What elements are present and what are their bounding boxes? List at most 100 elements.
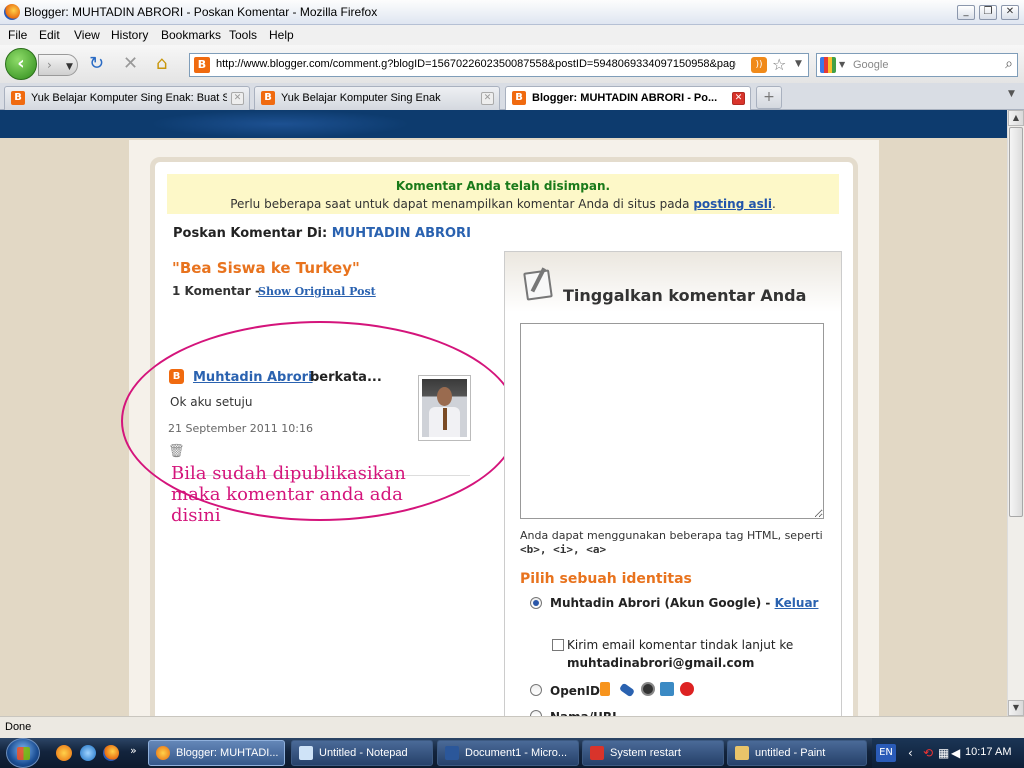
identity-google-radio[interactable] [530, 597, 542, 609]
email-address: muhtadinabrori@gmail.com [567, 656, 755, 670]
close-window-button[interactable]: ✕ [1001, 5, 1019, 20]
address-bar[interactable]: B http://www.blogger.com/comment.g?blogI… [189, 53, 809, 77]
reload-icon[interactable]: ↻ [89, 55, 104, 73]
close-tab-icon[interactable]: ✕ [732, 92, 745, 105]
rss-feed-icon[interactable]: )) [751, 57, 767, 73]
tab-list-icon[interactable]: ▼ [1008, 89, 1015, 99]
taskbar-firefox[interactable]: Blogger: MUHTADI... [148, 740, 285, 766]
paint-icon [735, 746, 749, 760]
comment-textarea[interactable] [520, 323, 824, 519]
url-text[interactable]: http://www.blogger.com/comment.g?blogID=… [216, 58, 736, 70]
search-placeholder: Google [853, 59, 889, 71]
posted-on-heading: Poskan Komentar Di: MUHTADIN ABRORI [173, 226, 471, 241]
notepad-icon [299, 746, 313, 760]
window-titlebar: Blogger: MUHTADIN ABRORI - Poskan Koment… [0, 0, 1024, 25]
back-button[interactable]: ‹ [5, 48, 37, 80]
menu-file[interactable]: File [8, 28, 27, 42]
openid-label: OpenID [550, 684, 600, 698]
identity-google-label: Muhtadin Abrori (Akun Google) - Keluar [550, 596, 819, 610]
menu-bookmarks[interactable]: Bookmarks [161, 28, 221, 42]
show-original-post-link[interactable]: Show Original Post [258, 285, 376, 298]
typepad-icon[interactable] [660, 682, 674, 696]
identity-heading: Pilih sebuah identitas [520, 571, 692, 587]
internet-explorer-icon[interactable] [80, 745, 96, 761]
tab-3-active[interactable]: B Blogger: MUHTADIN ABRORI - Po... ✕ [505, 86, 751, 111]
quicklaunch-more-icon[interactable]: » [130, 744, 137, 757]
close-tab-icon[interactable]: ✕ [481, 92, 494, 105]
post-title: "Bea Siswa ke Turkey" [172, 259, 360, 277]
tray-restart-icon[interactable]: ⟲ [923, 746, 933, 760]
openid-provider-icon[interactable] [600, 682, 610, 696]
menu-edit[interactable]: Edit [39, 28, 60, 42]
menu-bar: File Edit View History Bookmarks Tools H… [0, 25, 1024, 45]
menu-history[interactable]: History [111, 28, 148, 42]
google-engine-icon[interactable] [820, 57, 836, 73]
tab-label: Yuk Belajar Komputer Sing Enak: Buat S..… [31, 92, 227, 104]
scroll-up-icon[interactable]: ▲ [1008, 110, 1024, 126]
menu-help[interactable]: Help [269, 28, 294, 42]
status-text: Done [5, 721, 32, 733]
tab-bar: B Yuk Belajar Komputer Sing Enak: Buat S… [0, 83, 1024, 111]
tab-2[interactable]: B Yuk Belajar Komputer Sing Enak ✕ [254, 86, 500, 110]
blog-name-link[interactable]: MUHTADIN ABRORI [332, 226, 471, 241]
close-tab-icon[interactable]: ✕ [231, 92, 244, 105]
firefox-icon [4, 4, 20, 20]
aim-icon[interactable] [680, 682, 694, 696]
saved-notice: Komentar Anda telah disimpan. Perlu bebe… [167, 174, 839, 214]
navigation-toolbar: › ‹ ▼ ↻ ✕ ⌂ B http://www.blogger.com/com… [0, 45, 1024, 83]
tab-1[interactable]: B Yuk Belajar Komputer Sing Enak: Buat S… [4, 86, 250, 110]
info-message: Perlu beberapa saat untuk dapat menampil… [230, 197, 776, 211]
identity-openid-radio[interactable] [530, 684, 542, 696]
engine-dropdown-icon[interactable]: ▼ [839, 60, 845, 69]
new-tab-button[interactable]: + [756, 86, 782, 109]
tab-label: Yuk Belajar Komputer Sing Enak [281, 92, 441, 104]
comment-form-title: Tinggalkan komentar Anda [563, 286, 807, 305]
taskbar-system-restart[interactable]: System restart [582, 740, 724, 766]
html-hint: Anda dapat menggunakan beberapa tag HTML… [520, 529, 823, 556]
language-indicator[interactable]: EN [876, 744, 896, 762]
menu-tools[interactable]: Tools [229, 28, 257, 42]
home-icon[interactable]: ⌂ [156, 55, 167, 73]
annotation-text: Bila sudah dipublikasikan maka komentar … [171, 463, 406, 526]
volume-icon[interactable]: ◀ [951, 746, 960, 760]
html-tags: <b>, <i>, <a> [520, 543, 607, 556]
wordpress-icon[interactable] [641, 682, 655, 696]
blogger-favicon: B [512, 91, 526, 105]
minimize-button[interactable]: _ [957, 5, 975, 20]
search-icon[interactable]: ⌕ [1005, 56, 1013, 72]
firefox-quicklaunch-icon[interactable] [103, 745, 119, 761]
taskbar-notepad[interactable]: Untitled - Notepad [291, 740, 433, 766]
blogger-favicon: B [11, 91, 25, 105]
taskbar-paint[interactable]: untitled - Paint [727, 740, 867, 766]
menu-view[interactable]: View [74, 28, 100, 42]
blogger-favicon: B [194, 57, 210, 73]
network-icon[interactable]: ▦ [938, 746, 949, 760]
email-followup-label: Kirim email komentar tindak lanjut ke [567, 638, 794, 652]
tray-expand-icon[interactable]: ‹ [908, 746, 913, 760]
write-comment-icon [523, 269, 553, 301]
system-restart-icon [590, 746, 604, 760]
maximize-button[interactable]: ❐ [979, 5, 997, 20]
taskbar-word[interactable]: Document1 - Micro... [437, 740, 579, 766]
logout-link[interactable]: Keluar [775, 596, 819, 610]
status-bar: Done [0, 716, 1024, 738]
taskbar-clock[interactable]: 10:17 AM [965, 746, 1011, 758]
stop-icon[interactable]: ✕ [123, 55, 138, 73]
scroll-down-icon[interactable]: ▼ [1008, 700, 1024, 716]
scroll-thumb[interactable] [1009, 127, 1023, 517]
windows-taskbar: » Blogger: MUHTADI... Untitled - Notepad… [0, 738, 1024, 768]
vertical-scrollbar[interactable]: ▲ ▼ [1007, 110, 1024, 716]
url-dropdown-icon[interactable]: ▼ [795, 59, 802, 69]
start-button[interactable] [6, 738, 40, 768]
bookmark-star-icon[interactable]: ☆ [772, 55, 786, 74]
email-followup-checkbox[interactable] [552, 639, 564, 651]
tab-label: Blogger: MUHTADIN ABRORI - Po... [532, 92, 718, 104]
history-dropdown-icon[interactable]: ▼ [66, 58, 73, 76]
window-title: Blogger: MUHTADIN ABRORI - Poskan Koment… [24, 5, 378, 19]
blogger-favicon: B [261, 91, 275, 105]
quicklaunch-icon-1[interactable] [56, 745, 72, 761]
saved-message: Komentar Anda telah disimpan. [395, 179, 611, 193]
original-post-link[interactable]: posting asli [693, 197, 772, 211]
search-box[interactable]: ▼ Google ⌕ [816, 53, 1018, 77]
firefox-icon [156, 746, 170, 760]
